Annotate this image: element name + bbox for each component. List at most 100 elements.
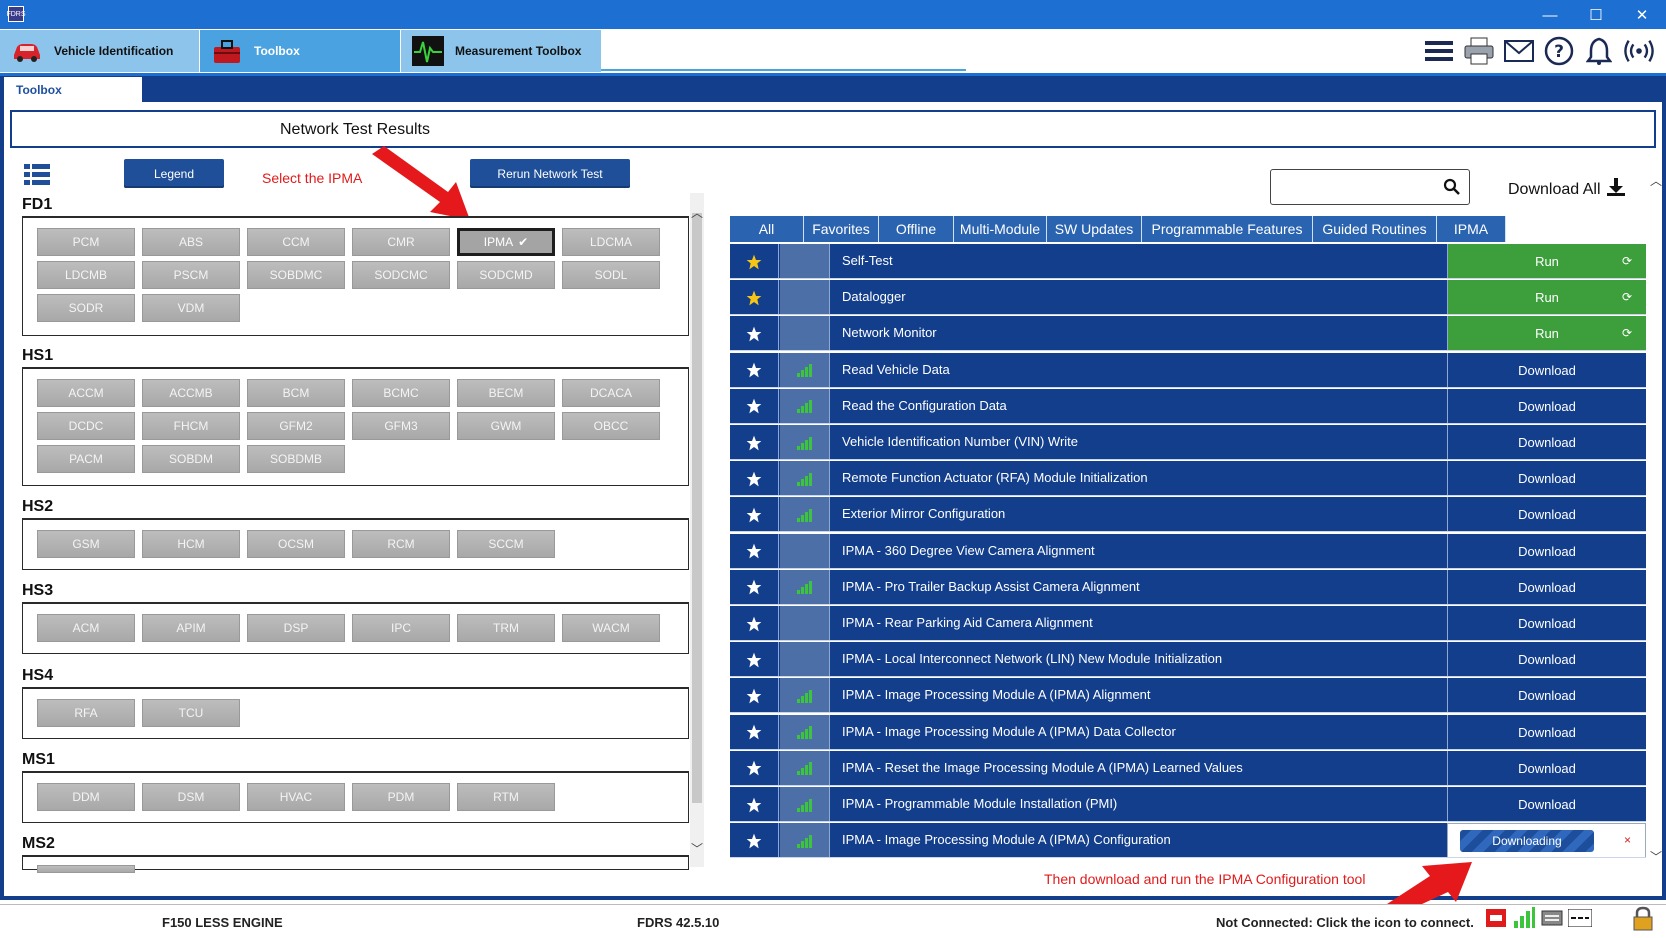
module-button-dsm[interactable]: DSM [142, 783, 240, 811]
module-button-pscm[interactable]: PSCM [142, 261, 240, 289]
module-button-rfa[interactable]: RFA [37, 699, 135, 727]
help-icon[interactable]: ? [1544, 36, 1574, 66]
module-button-gsm[interactable]: GSM [37, 530, 135, 558]
module-button-pcm[interactable]: PCM [37, 228, 135, 256]
download-button[interactable]: Download [1447, 497, 1646, 533]
vcm-connect-icon[interactable] [1484, 906, 1508, 930]
right-scroll-up-icon[interactable]: ︿ [1650, 172, 1662, 189]
module-button-bcmc[interactable]: BCMC [352, 379, 450, 407]
tool-row[interactable]: Read the Configuration Data Download [730, 388, 1646, 424]
vci-device-icon[interactable] [1540, 906, 1564, 930]
right-scrollbar[interactable] [1648, 172, 1662, 862]
mail-icon[interactable] [1504, 36, 1534, 66]
module-button-gfm3[interactable]: GFM3 [352, 412, 450, 440]
favorite-star-icon[interactable] [730, 280, 779, 316]
tool-row[interactable]: IPMA - Image Processing Module A (IPMA) … [730, 714, 1646, 750]
search-input[interactable] [1277, 170, 1437, 202]
filter-tab-favorites[interactable]: Favorites [804, 216, 879, 242]
search-field[interactable] [1270, 169, 1470, 205]
module-button-sodcmc[interactable]: SODCMC [352, 261, 450, 289]
module-button-bcm[interactable]: BCM [247, 379, 345, 407]
list-view-icon[interactable] [24, 164, 50, 186]
module-button-tcu[interactable]: TCU [142, 699, 240, 727]
download-button[interactable]: Download [1447, 352, 1646, 388]
module-button-dcaca[interactable]: DCACA [562, 379, 660, 407]
tool-row[interactable]: IPMA - Programmable Module Installation … [730, 787, 1646, 822]
maximize-button[interactable]: ☐ [1576, 2, 1616, 28]
module-button-trm[interactable]: TRM [457, 614, 555, 642]
module-button-dcdc[interactable]: DCDC [37, 412, 135, 440]
download-all-button[interactable]: Download All [1508, 178, 1625, 201]
favorite-star-icon[interactable] [730, 678, 779, 714]
right-scroll-down-icon[interactable]: ﹀ [1650, 848, 1662, 865]
download-button[interactable]: Download [1447, 714, 1646, 750]
module-button-rtm[interactable]: RTM [457, 783, 555, 811]
cancel-download-icon[interactable]: × [1624, 833, 1631, 847]
filter-tab-offline[interactable]: Offline [879, 216, 954, 242]
module-button-ipma[interactable]: IPMA ✔ [457, 228, 555, 256]
printer-icon[interactable] [1464, 36, 1494, 66]
module-button-dsp[interactable]: DSP [247, 614, 345, 642]
module-button-obcc[interactable]: OBCC [562, 412, 660, 440]
scroll-down-icon[interactable]: ﹀ [691, 840, 703, 857]
filter-tab-multi-module[interactable]: Multi-Module [954, 216, 1047, 242]
module-button-pdm[interactable]: PDM [352, 783, 450, 811]
module-button-hcm[interactable]: HCM [142, 530, 240, 558]
module-button-ipc[interactable]: IPC [352, 614, 450, 642]
tool-row[interactable]: IPMA - Rear Parking Aid Camera Alignment… [730, 606, 1646, 641]
module-button-pacm[interactable]: PACM [37, 445, 135, 473]
tool-row[interactable]: IPMA - Image Processing Module A (IPMA) … [730, 678, 1646, 714]
download-button[interactable]: Download [1447, 606, 1646, 641]
download-button[interactable]: Download [1447, 642, 1646, 678]
module-button-sobdm[interactable]: SOBDM [142, 445, 240, 473]
lock-icon[interactable] [1632, 906, 1656, 932]
filter-tab-programmable-features[interactable]: Programmable Features [1142, 216, 1313, 242]
downloading-cell[interactable]: Downloading × [1447, 823, 1646, 859]
module-button-vdm[interactable]: VDM [142, 294, 240, 322]
favorite-star-icon[interactable] [730, 714, 779, 750]
download-button[interactable]: Download [1447, 388, 1646, 424]
left-scrollbar-thumb[interactable] [692, 213, 702, 803]
menu-icon[interactable] [1424, 36, 1454, 66]
search-icon[interactable] [1443, 178, 1461, 196]
module-button-rcm[interactable]: RCM [352, 530, 450, 558]
tab-toolbox[interactable]: Toolbox [200, 30, 400, 72]
legend-button[interactable]: Legend [124, 159, 224, 188]
favorite-star-icon[interactable] [730, 750, 779, 786]
subtab-toolbox[interactable]: Toolbox [4, 77, 142, 102]
filter-tab-sw-updates[interactable]: SW Updates [1047, 216, 1142, 242]
favorite-star-icon[interactable] [730, 533, 779, 569]
download-button[interactable]: Download [1447, 787, 1646, 822]
module-button-accmb[interactable]: ACCMB [142, 379, 240, 407]
favorite-star-icon[interactable] [730, 352, 779, 388]
module-button-ddm[interactable]: DDM [37, 783, 135, 811]
run-button[interactable]: Run ⟳ [1447, 280, 1646, 316]
tool-row[interactable]: IPMA - Pro Trailer Backup Assist Camera … [730, 569, 1646, 605]
filter-tab-all[interactable]: All [730, 216, 804, 242]
close-button[interactable]: ✕ [1622, 2, 1662, 28]
run-button[interactable]: Run ⟳ [1447, 244, 1646, 279]
download-button[interactable]: Download [1447, 750, 1646, 786]
module-button-accm[interactable]: ACCM [37, 379, 135, 407]
rerun-network-test-button[interactable]: Rerun Network Test [470, 159, 630, 188]
download-button[interactable]: Download [1447, 678, 1646, 714]
favorite-star-icon[interactable] [730, 787, 779, 822]
refresh-icon[interactable]: ⟳ [1622, 290, 1632, 304]
connection-status[interactable]: Not Connected: Click the icon to connect… [1216, 915, 1474, 930]
download-button[interactable]: Download [1447, 569, 1646, 605]
run-button[interactable]: Run ⟳ [1447, 316, 1646, 352]
module-button-hvac[interactable]: HVAC [247, 783, 345, 811]
module-button-sobdmc[interactable]: SOBDMC [247, 261, 345, 289]
module-button-cmr[interactable]: CMR [352, 228, 450, 256]
module-button-ldcma[interactable]: LDCMA [562, 228, 660, 256]
left-scrollbar[interactable] [690, 193, 704, 867]
download-button[interactable]: Download [1447, 461, 1646, 497]
connection-dash-icon[interactable] [1568, 906, 1592, 930]
favorite-star-icon[interactable] [730, 569, 779, 605]
tool-row[interactable]: Datalogger Run ⟳ [730, 280, 1646, 316]
favorite-star-icon[interactable] [730, 316, 779, 352]
tool-row[interactable]: Remote Function Actuator (RFA) Module In… [730, 461, 1646, 497]
favorite-star-icon[interactable] [730, 244, 779, 279]
favorite-star-icon[interactable] [730, 606, 779, 641]
tab-vehicle-identification[interactable]: Vehicle Identification [0, 30, 199, 72]
